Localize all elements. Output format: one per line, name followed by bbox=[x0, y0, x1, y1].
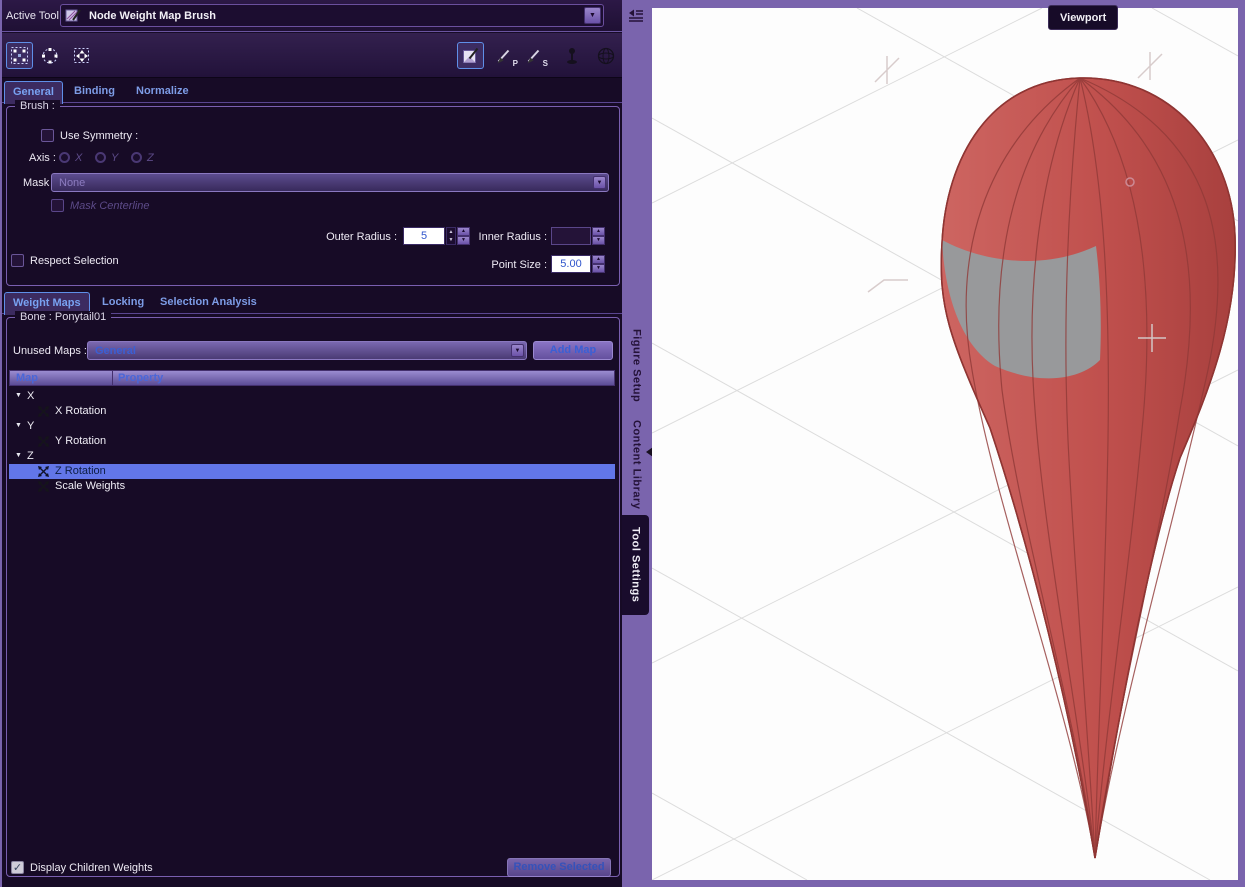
brush-p-letter: P bbox=[512, 59, 518, 68]
tab-binding[interactable]: Binding bbox=[66, 81, 123, 104]
slider-up-icon[interactable]: ▲ bbox=[447, 228, 455, 236]
display-children-checkbox[interactable]: ✓ bbox=[11, 861, 24, 874]
viewport-canvas[interactable] bbox=[651, 7, 1239, 881]
sphere-gradient-tool-button[interactable] bbox=[592, 42, 619, 69]
weight-map-mode-button[interactable] bbox=[457, 42, 484, 69]
pane-menu-icon[interactable] bbox=[627, 8, 644, 28]
paint-brush-s-button[interactable]: S bbox=[521, 42, 548, 69]
chevron-down-icon[interactable]: ▼ bbox=[593, 176, 606, 189]
respect-selection-label: Respect Selection bbox=[30, 255, 119, 267]
chevron-down-icon[interactable]: ▼ bbox=[511, 344, 524, 357]
stepper-down-icon[interactable]: ▼ bbox=[592, 236, 605, 245]
unused-maps-value: General bbox=[95, 345, 136, 357]
checkmark-icon: ✓ bbox=[12, 862, 23, 874]
ponytail-mesh bbox=[940, 77, 1236, 859]
app-window: { "active_tool": { "label": "Active Tool… bbox=[0, 0, 1245, 887]
brush-group-title: Brush : bbox=[15, 100, 60, 112]
bone-groupbox: Bone : Ponytail01 Unused Maps : General … bbox=[6, 311, 620, 877]
point-size-input[interactable]: 5.00 bbox=[551, 255, 591, 273]
inner-radius-input[interactable] bbox=[551, 227, 591, 245]
mask-dropdown[interactable]: None ▼ bbox=[51, 173, 609, 192]
point-size-label: Point Size : bbox=[491, 259, 547, 271]
respect-selection-checkbox[interactable] bbox=[11, 254, 24, 267]
mask-value: None bbox=[59, 177, 86, 189]
weight-map-icon bbox=[37, 405, 50, 418]
brush-s-letter: S bbox=[542, 59, 548, 68]
unused-maps-label: Unused Maps : bbox=[13, 345, 87, 357]
tree-group-row[interactable]: ▼ Y bbox=[9, 419, 615, 434]
brush-groupbox: Brush : Use Symmetry : Axis : X Y Z Mask… bbox=[6, 100, 620, 286]
expander-icon[interactable]: ▼ bbox=[15, 452, 22, 459]
marquee-selection-tool-button[interactable] bbox=[68, 42, 95, 69]
inner-radius-label: Inner Radius : bbox=[478, 231, 547, 243]
joint-pin-tool-button[interactable] bbox=[558, 42, 585, 69]
inner-radius-stepper[interactable]: ▲ ▼ bbox=[592, 227, 605, 245]
add-map-button[interactable]: Add Map bbox=[533, 341, 613, 360]
mask-centerline-checkbox[interactable] bbox=[51, 199, 64, 212]
active-tool-dropdown[interactable]: Node Weight Map Brush ▼ bbox=[60, 4, 604, 27]
bone-group-title: Bone : Ponytail01 bbox=[15, 311, 112, 323]
tab-selection-analysis[interactable]: Selection Analysis bbox=[152, 292, 265, 315]
use-symmetry-label: Use Symmetry : bbox=[60, 130, 139, 142]
circle-selection-tool-button[interactable] bbox=[36, 42, 63, 69]
expander-icon[interactable]: ▼ bbox=[15, 422, 22, 429]
weight-brush-icon bbox=[65, 7, 82, 29]
weight-map-icon bbox=[37, 465, 50, 478]
mask-centerline-label: Mask Centerline bbox=[70, 200, 150, 212]
axis-z-label: Z bbox=[147, 152, 154, 164]
main-tab-row: General Binding Normalize bbox=[2, 78, 622, 104]
node-selection-tool-button[interactable] bbox=[6, 42, 33, 69]
outer-radius-stepper[interactable]: ▲ ▼ bbox=[457, 227, 470, 245]
tree-group-row[interactable]: ▼ Z bbox=[9, 449, 615, 464]
viewport-tab[interactable]: Viewport bbox=[1048, 5, 1119, 30]
stepper-up-icon[interactable]: ▲ bbox=[592, 227, 605, 236]
tree-item-row[interactable]: Scale Weights bbox=[9, 479, 615, 494]
tab-normalize[interactable]: Normalize bbox=[128, 81, 197, 104]
active-tool-label: Active Tool : bbox=[6, 10, 66, 22]
slider-down-icon[interactable]: ▼ bbox=[447, 236, 455, 244]
scene-3d bbox=[651, 7, 1239, 881]
outer-radius-label: Outer Radius : bbox=[326, 231, 397, 243]
tree-item-row[interactable]: X Rotation bbox=[9, 404, 615, 419]
weight-map-icon bbox=[37, 435, 50, 448]
column-map[interactable]: Map bbox=[16, 372, 38, 384]
use-symmetry-checkbox[interactable] bbox=[41, 129, 54, 142]
weight-map-icon bbox=[37, 480, 50, 493]
stepper-down-icon[interactable]: ▼ bbox=[592, 264, 605, 273]
map-table-header: Map Property bbox=[9, 370, 615, 386]
stepper-up-icon[interactable]: ▲ bbox=[457, 227, 470, 236]
display-children-label: Display Children Weights bbox=[30, 862, 153, 874]
tool-settings-pane: Active Tool : Node Weight Map Brush ▼ P bbox=[0, 0, 622, 887]
paint-brush-p-button[interactable]: P bbox=[491, 42, 518, 69]
outer-radius-slider[interactable]: ▲ ▼ bbox=[446, 227, 456, 245]
weight-map-tree: ▼ X X Rotation ▼ Y Y Rotation ▼ Z Z Rota… bbox=[9, 387, 615, 857]
chevron-down-icon[interactable]: ▼ bbox=[584, 7, 601, 24]
pane-tab-strip: Figure Setup Content Library Tool Settin… bbox=[622, 0, 650, 887]
tree-item-row-selected[interactable]: Z Rotation bbox=[9, 464, 615, 479]
stepper-up-icon[interactable]: ▲ bbox=[592, 255, 605, 264]
stepper-down-icon[interactable]: ▼ bbox=[457, 236, 470, 245]
axis-y-radio[interactable] bbox=[95, 152, 106, 163]
expander-icon[interactable]: ▼ bbox=[15, 392, 22, 399]
side-tab-content-library[interactable]: Content Library bbox=[624, 415, 649, 515]
axis-x-label: X bbox=[75, 152, 83, 164]
active-tool-value: Node Weight Map Brush bbox=[89, 10, 216, 22]
remove-selected-button[interactable]: Remove Selected bbox=[507, 858, 611, 877]
outer-radius-input[interactable]: 5 bbox=[403, 227, 445, 245]
brush-toolbar: P S bbox=[2, 33, 622, 78]
active-tool-bar: Active Tool : Node Weight Map Brush ▼ bbox=[2, 0, 622, 32]
axis-y-label: Y bbox=[111, 152, 119, 164]
axis-z-radio[interactable] bbox=[131, 152, 142, 163]
tree-group-row[interactable]: ▼ X bbox=[9, 389, 615, 404]
axis-label: Axis : bbox=[29, 152, 56, 164]
side-tab-tool-settings[interactable]: Tool Settings bbox=[622, 515, 649, 615]
unused-maps-dropdown[interactable]: General ▼ bbox=[87, 341, 527, 360]
side-tab-figure-setup[interactable]: Figure Setup bbox=[624, 325, 649, 407]
tree-item-row[interactable]: Y Rotation bbox=[9, 434, 615, 449]
axis-x-radio[interactable] bbox=[59, 152, 70, 163]
column-property[interactable]: Property bbox=[118, 372, 163, 384]
column-divider[interactable] bbox=[112, 371, 113, 385]
point-size-stepper[interactable]: ▲ ▼ bbox=[592, 255, 605, 273]
